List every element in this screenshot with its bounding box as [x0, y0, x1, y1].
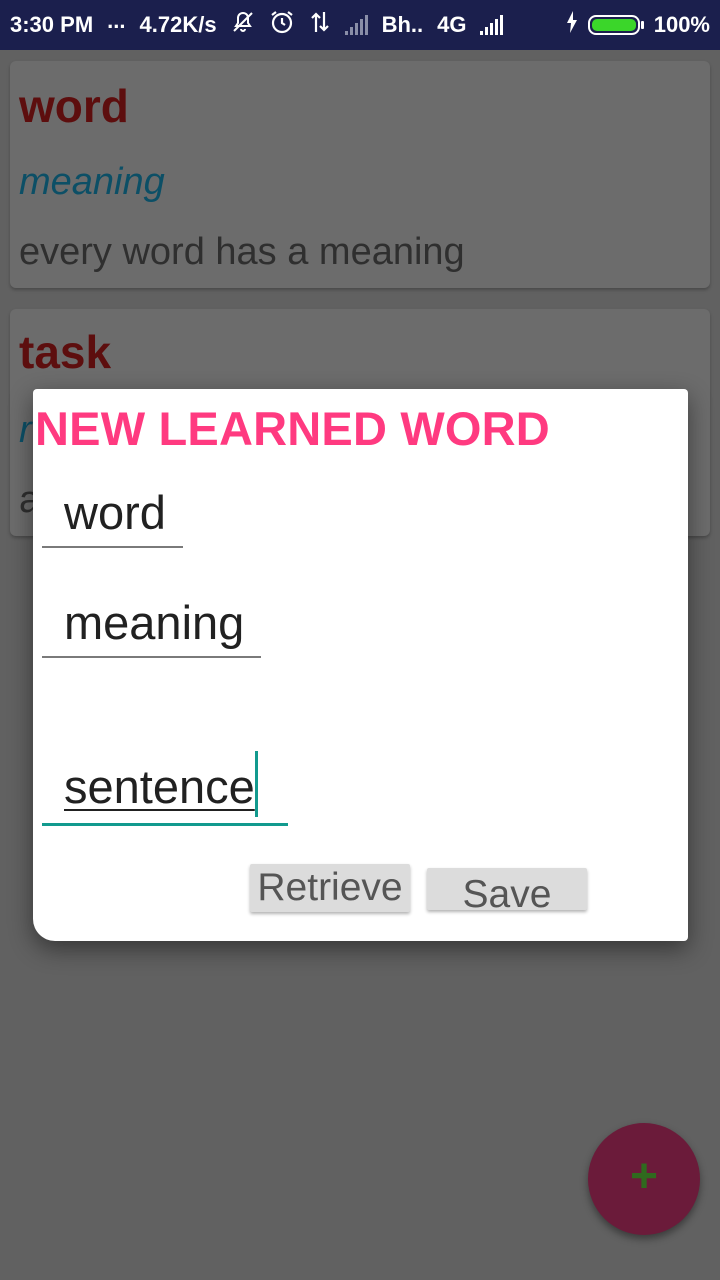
signal-icon	[480, 15, 504, 35]
alarm-icon	[269, 9, 295, 41]
plus-icon: +	[629, 1150, 659, 1203]
carrier-name: Bh..	[381, 12, 424, 37]
data-transfer-icon	[309, 10, 331, 40]
mute-bell-icon	[231, 10, 255, 40]
card-word: task	[19, 326, 112, 378]
signal-weak-icon	[344, 15, 368, 35]
status-more-dots: ...	[107, 8, 126, 33]
add-word-fab[interactable]: +	[588, 1123, 700, 1235]
battery-percent: 100%	[653, 12, 710, 37]
network-type: 4G	[437, 12, 467, 37]
sentence-input-value: sentence	[64, 760, 255, 813]
battery-icon	[587, 15, 644, 35]
sentence-input[interactable]: sentence	[42, 751, 288, 826]
dialog-title: NEW LEARNED WORD	[35, 402, 550, 455]
sentence-input-underline	[42, 823, 288, 826]
new-word-dialog: NEW LEARNED WORD word meaning sentence R…	[33, 389, 688, 941]
status-bar: 3:30 PM ... 4.72K/s Bh.. 4G 100%	[0, 0, 720, 50]
word-input-value: word	[64, 486, 166, 539]
text-cursor	[254, 751, 258, 817]
meaning-input-underline	[42, 656, 261, 658]
meaning-input-value: meaning	[64, 596, 245, 649]
word-input-underline	[42, 546, 183, 548]
word-card[interactable]: word meaning every word has a meaning	[10, 61, 710, 288]
charging-icon	[566, 11, 578, 39]
status-time: 3:30 PM	[10, 12, 94, 37]
card-meaning: meaning	[19, 161, 165, 203]
network-speed: 4.72K/s	[139, 12, 217, 37]
word-input[interactable]: word	[42, 485, 183, 548]
retrieve-button[interactable]: Retrieve	[250, 864, 410, 912]
card-sentence: every word has a meaning	[19, 231, 465, 273]
card-meaning: r	[19, 409, 32, 451]
save-button[interactable]: Save	[427, 868, 587, 916]
meaning-input[interactable]: meaning	[42, 595, 261, 658]
card-word: word	[19, 80, 129, 132]
